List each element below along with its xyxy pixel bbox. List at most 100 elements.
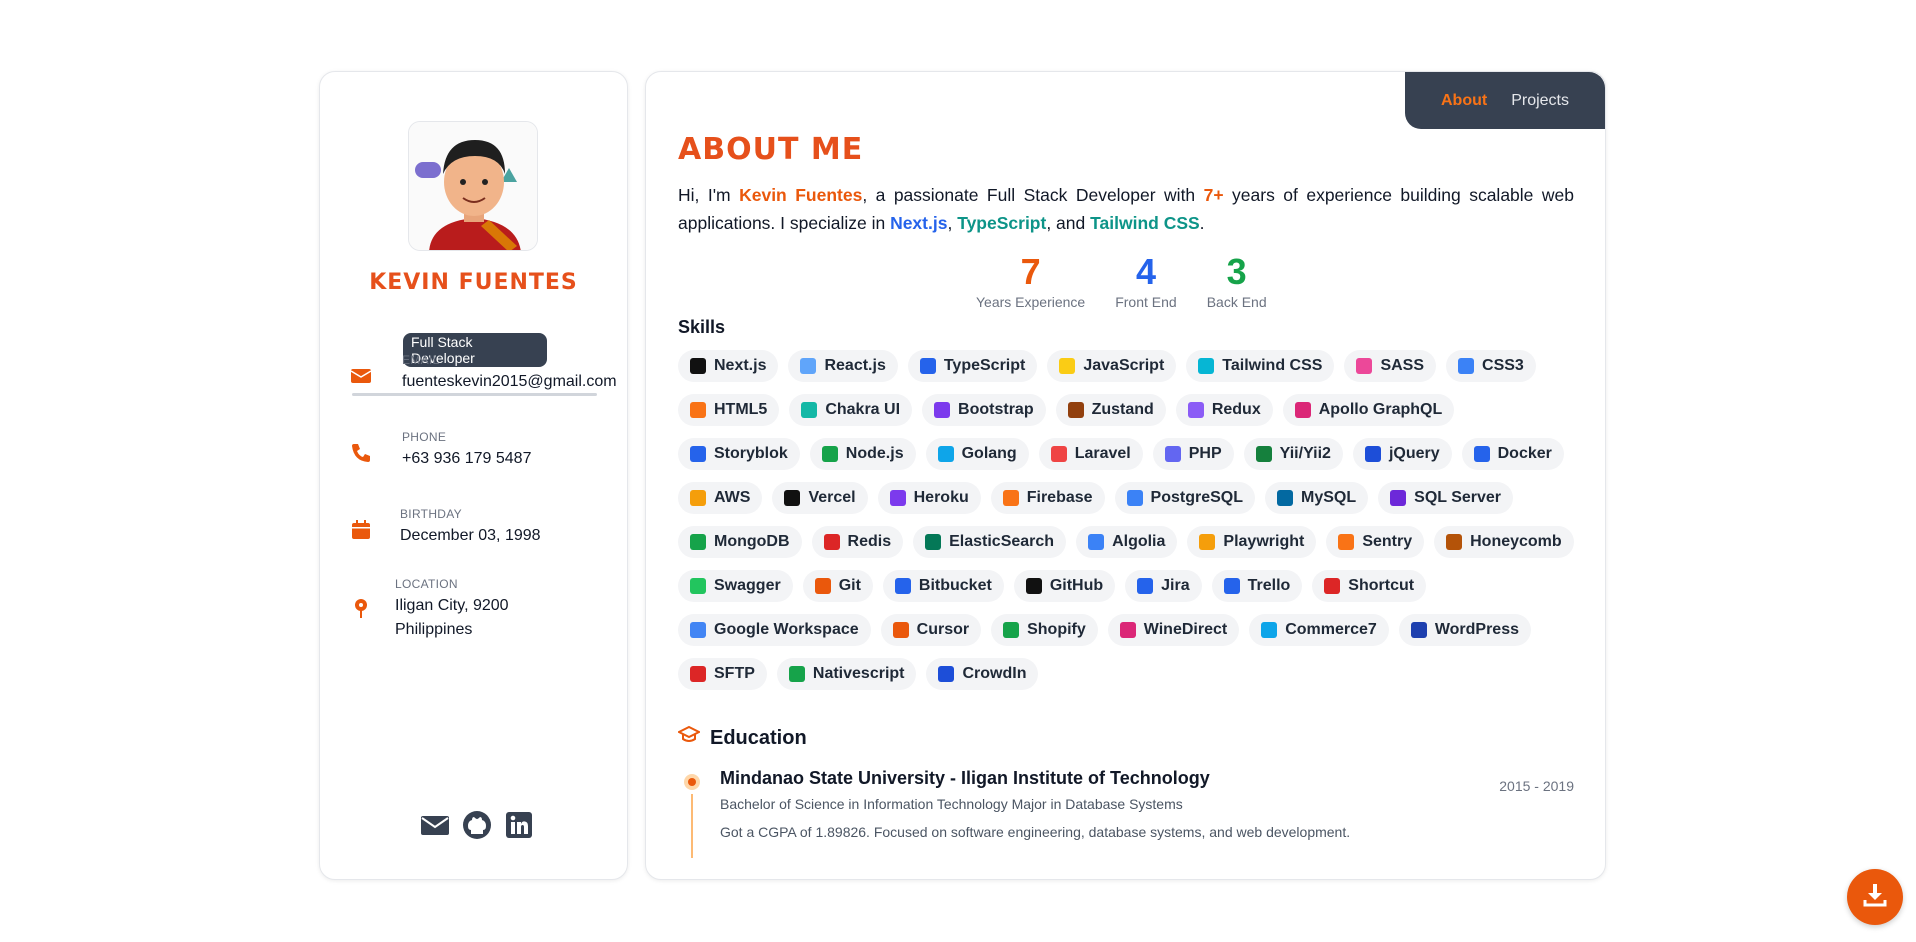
graduation-cap-icon	[676, 724, 702, 752]
skills-title: Skills	[678, 317, 726, 337]
skill-label: Laravel	[1074, 445, 1131, 462]
top-nav: About Projects	[1405, 72, 1605, 129]
skill-label: HTML5	[714, 401, 768, 418]
timeline-dot	[684, 774, 700, 790]
skill-chip: Apollo GraphQL	[1282, 394, 1455, 426]
skill-chip: TypeScript	[907, 350, 1038, 382]
stat-caption: Front End	[1115, 294, 1177, 310]
skill-icon	[690, 622, 706, 638]
skill-label: Bitbucket	[918, 577, 992, 594]
skill-icon	[1003, 622, 1020, 638]
skill-label: Yii/Yii2	[1279, 445, 1331, 462]
skill-icon	[814, 578, 831, 594]
skill-chip: CSS3	[1446, 350, 1536, 382]
skill-icon	[1002, 490, 1019, 506]
avatar	[408, 121, 538, 251]
intro-tech-nextjs: Next.js	[890, 213, 948, 233]
skill-icon	[1198, 358, 1215, 374]
skill-label: SASS	[1380, 357, 1425, 374]
skill-icon	[1338, 534, 1355, 550]
skill-chip: Tailwind CSS	[1186, 350, 1335, 382]
skill-chip: JavaScript	[1047, 350, 1177, 382]
skill-label: GitHub	[1049, 577, 1104, 594]
stat-value: 7	[1020, 251, 1041, 292]
skill-chip: Redux	[1175, 394, 1273, 426]
skill-icon	[1199, 534, 1216, 550]
skill-label: Trello	[1247, 577, 1291, 594]
skill-label: Node.js	[845, 445, 904, 462]
location-label: Location	[395, 577, 458, 591]
skill-icon	[937, 446, 954, 462]
skill-icon	[801, 402, 818, 418]
skill-label: Vercel	[808, 489, 856, 506]
skill-icon	[1126, 490, 1143, 506]
skill-chip: Algolia	[1076, 526, 1178, 558]
mail-icon	[350, 365, 372, 387]
skill-chip: Sentry	[1326, 526, 1425, 558]
about-panel: About Projects ABOUT ME Hi, I'm Kevin Fu…	[645, 71, 1606, 880]
social-links	[420, 810, 534, 840]
skill-chip: Golang	[925, 438, 1029, 470]
skill-label: Jira	[1161, 577, 1190, 594]
skill-chip: WineDirect	[1107, 614, 1240, 646]
timeline-line	[691, 794, 693, 858]
skill-label: SFTP	[714, 665, 755, 682]
location-line2: Philippines	[395, 621, 473, 638]
skill-chip: SASS	[1344, 350, 1437, 382]
stat-back-end: 3 Back End	[1206, 252, 1267, 311]
stat-front-end: 4 Front End	[1115, 252, 1177, 311]
skill-icon	[1050, 446, 1067, 462]
skill-label: Git	[838, 577, 861, 594]
email-value[interactable]: fuenteskevin2015@gmail.com	[402, 370, 617, 394]
phone-value[interactable]: +63 936 179 5487	[402, 447, 531, 471]
skill-chip: Yii/Yii2	[1243, 438, 1343, 470]
intro-part: , a passionate Full Stack Developer with	[862, 185, 1204, 205]
github-icon[interactable]	[462, 810, 492, 840]
skill-chip: Zustand	[1055, 394, 1166, 426]
skill-chip: CrowdIn	[926, 658, 1039, 690]
stat-caption: Years Experience	[976, 294, 1086, 310]
skill-icon	[1137, 578, 1154, 594]
skill-icon	[823, 534, 840, 550]
degree: Bachelor of Science in Information Techn…	[720, 796, 1183, 812]
skill-icon	[1390, 490, 1407, 506]
download-button[interactable]	[1847, 869, 1903, 925]
stat-caption: Back End	[1206, 294, 1267, 310]
mail-icon[interactable]	[420, 810, 450, 840]
skill-icon	[1324, 578, 1341, 594]
tab-projects[interactable]: Projects	[1511, 92, 1569, 110]
skill-chip: Playwright	[1187, 526, 1317, 558]
location-line1: Iligan City, 9200	[395, 597, 509, 614]
phone-label: Phone	[402, 430, 447, 444]
skill-label: MongoDB	[714, 533, 790, 550]
skill-label: Algolia	[1112, 533, 1166, 550]
skill-label: Google Workspace	[714, 621, 859, 638]
skill-icon	[690, 402, 706, 418]
skill-chip: MongoDB	[678, 526, 802, 558]
skill-chip: Chakra UI	[789, 394, 913, 426]
skill-chip: Bitbucket	[882, 570, 1004, 602]
skill-label: Shortcut	[1348, 577, 1415, 594]
skill-icon	[1356, 358, 1373, 374]
skill-label: Redux	[1211, 401, 1261, 418]
skill-icon	[1164, 446, 1181, 462]
skill-label: Storyblok	[714, 445, 788, 462]
skill-label: Firebase	[1026, 489, 1093, 506]
skill-icon	[788, 666, 805, 682]
skill-chip: Swagger	[678, 570, 793, 602]
intro-tech-tailwind: Tailwind CSS	[1090, 213, 1200, 233]
skill-icon	[1187, 402, 1204, 418]
linkedin-icon[interactable]	[504, 810, 534, 840]
tab-about[interactable]: About	[1441, 92, 1487, 110]
skill-chip: Shopify	[991, 614, 1098, 646]
skill-chip: Nativescript	[776, 658, 917, 690]
skill-icon	[919, 358, 936, 374]
stat-years: 7 Years Experience	[976, 251, 1086, 311]
skill-chip: GitHub	[1013, 570, 1116, 602]
skill-chip: Storyblok	[678, 438, 800, 470]
skill-chip: HTML5	[678, 394, 780, 426]
stats: 7 Years Experience 4 Front End 3 Back En…	[976, 251, 1267, 311]
skill-chip: Commerce7	[1249, 614, 1389, 646]
skill-chip: Next.js	[678, 350, 779, 382]
skill-label: Tailwind CSS	[1222, 357, 1323, 374]
